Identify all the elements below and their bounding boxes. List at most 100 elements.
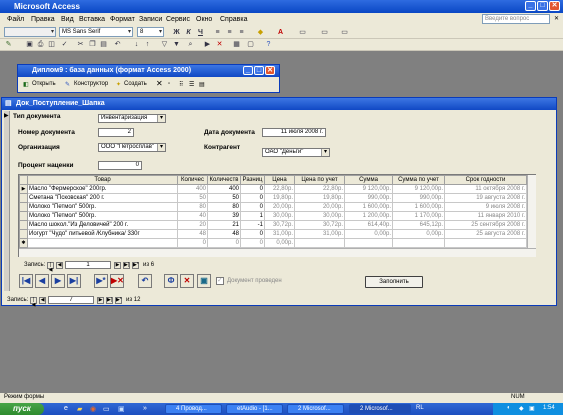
desktop-icon[interactable]: ▭ xyxy=(103,405,110,413)
tray-icon[interactable]: ◐ xyxy=(507,405,511,411)
main-last-record-icon[interactable]: ▶| xyxy=(106,297,113,304)
cell[interactable]: 80 xyxy=(177,202,208,212)
cell[interactable]: 0 xyxy=(240,184,265,194)
row-selector[interactable] xyxy=(19,220,28,230)
cell[interactable]: 25 сентября 2008 г. xyxy=(444,220,527,230)
help-icon[interactable]: ? xyxy=(264,40,273,49)
cell[interactable]: 9 120,00р. xyxy=(344,184,393,194)
cell[interactable]: 19 августа 2008 г. xyxy=(444,193,527,203)
cell[interactable]: 400 xyxy=(177,184,208,194)
cell[interactable]: 30,00р. xyxy=(294,211,345,221)
col-header[interactable]: Цена по учет xyxy=(294,175,345,185)
task-button[interactable]: 4 Провод... xyxy=(165,404,222,414)
sub-last-record-icon[interactable]: ▶| xyxy=(123,262,130,269)
menu-records[interactable]: Записи xyxy=(139,16,162,23)
col-header[interactable]: Сумма по учет xyxy=(392,175,445,185)
cell-product[interactable] xyxy=(27,238,178,248)
view-icon[interactable]: ✎ xyxy=(4,40,13,49)
find-icon[interactable]: ⌕ xyxy=(186,40,195,49)
cell[interactable]: 0,00р. xyxy=(344,229,393,239)
cell-product[interactable]: Йогурт "Чудо" питьевой /Клубника/ 330г xyxy=(27,229,178,239)
tray-icon[interactable]: ◆ xyxy=(519,405,524,412)
cell[interactable]: 9 июля 2008 г. xyxy=(444,202,527,212)
close-icon[interactable]: ✕ xyxy=(549,1,560,11)
create-button[interactable]: Создать xyxy=(124,81,147,87)
paste-icon[interactable]: ▤ xyxy=(99,40,108,49)
cell[interactable]: 0,00р. xyxy=(392,229,445,239)
line-color-icon[interactable]: ▭ xyxy=(298,28,307,37)
cell[interactable]: 0 xyxy=(240,193,265,203)
delete-record-icon[interactable]: ✕ xyxy=(215,40,224,49)
main-prev-record-icon[interactable]: ◀ xyxy=(39,297,46,304)
folder-icon[interactable]: ▰ xyxy=(77,405,82,413)
row-selector[interactable] xyxy=(19,202,28,212)
menu-view[interactable]: Вид xyxy=(61,16,74,23)
save-icon[interactable]: ▣ xyxy=(25,40,34,49)
cell[interactable]: 31,00р. xyxy=(294,229,345,239)
cell[interactable]: 30,72р. xyxy=(294,220,345,230)
undo-record-button[interactable]: ↶ xyxy=(138,274,152,288)
markup-field[interactable]: 0 xyxy=(98,161,142,170)
cell[interactable]: 48 xyxy=(207,229,241,239)
sub-next-record-icon[interactable]: ▶ xyxy=(114,262,121,269)
language-indicator[interactable]: RL xyxy=(416,405,424,411)
font-size-combo[interactable]: 8 xyxy=(137,27,164,37)
spelling-icon[interactable]: ✓ xyxy=(60,40,69,49)
cell[interactable]: 1 600,00р. xyxy=(392,202,445,212)
db-close-icon[interactable]: ✕ xyxy=(265,66,275,75)
sort-desc-icon[interactable]: ↑ xyxy=(143,40,152,49)
cell[interactable]: 22,80р. xyxy=(294,184,345,194)
table-row[interactable]: Молоко "Петмол" 500гр. 80 80 0 20,00р. 2… xyxy=(19,202,527,212)
cell-product[interactable]: Масло "Фермерское" 200гр. xyxy=(27,184,178,194)
cell[interactable]: 990,00р. xyxy=(392,193,445,203)
cut-icon[interactable]: ✂ xyxy=(76,40,85,49)
col-header[interactable]: Срок годности xyxy=(444,175,527,185)
cell[interactable]: 1 170,00р. xyxy=(392,211,445,221)
col-header[interactable]: Товар xyxy=(27,175,178,185)
col-header[interactable]: Количеств xyxy=(207,175,241,185)
cell[interactable]: 1 600,00р. xyxy=(344,202,393,212)
grid-horizontal-scrollbar[interactable] xyxy=(19,248,536,257)
cell[interactable] xyxy=(392,238,445,248)
posted-checkbox[interactable]: ✓ xyxy=(216,277,224,285)
list-view-icon[interactable]: ☰ xyxy=(189,81,194,88)
col-header[interactable]: Цена xyxy=(264,175,295,185)
small-icons-icon[interactable]: ⠿ xyxy=(179,81,183,88)
cell[interactable]: 0 xyxy=(240,229,265,239)
save-document-button[interactable]: ▣ xyxy=(197,274,211,288)
table-row[interactable]: Йогурт "Чудо" питьевой /Клубника/ 330г 4… xyxy=(19,229,527,239)
delete-object-icon[interactable]: ✕ xyxy=(156,79,163,88)
doc-type-select[interactable]: Инвентаризация xyxy=(98,114,166,123)
font-color-icon[interactable]: A xyxy=(276,28,285,37)
line-width-icon[interactable]: ▭ xyxy=(320,28,329,37)
first-record-button[interactable]: |◀ xyxy=(19,274,33,288)
menu-window[interactable]: Окно xyxy=(196,16,212,23)
special-effect-icon[interactable]: ▭ xyxy=(340,28,349,37)
row-selector[interactable] xyxy=(19,229,28,239)
menu-help[interactable]: Справка xyxy=(220,16,247,23)
cell[interactable]: 19,80р. xyxy=(264,193,295,203)
new-record-button[interactable]: ▶* xyxy=(94,274,108,288)
sub-new-record-icon[interactable]: ▶* xyxy=(132,262,139,269)
preview-icon[interactable]: ◫ xyxy=(47,40,56,49)
cell-product[interactable]: Молоко "Петмол" 500гр. xyxy=(27,202,178,212)
cell[interactable]: 0 xyxy=(177,238,208,248)
fill-button[interactable]: Заполнить xyxy=(365,276,423,288)
record-selector[interactable]: ▶ xyxy=(4,111,10,291)
cell[interactable]: 22,80р. xyxy=(264,184,295,194)
cell[interactable]: 400 xyxy=(207,184,241,194)
doc-date-field[interactable]: 11 июля 2008 г. xyxy=(262,128,326,137)
cell[interactable]: 21 xyxy=(207,220,241,230)
organization-select[interactable]: ООО "Петросплав" xyxy=(98,143,166,152)
col-header[interactable]: Сумма xyxy=(344,175,393,185)
delete-record-button[interactable]: ▶✕ xyxy=(110,274,124,288)
large-icons-icon[interactable]: ▫ xyxy=(168,81,170,87)
cell[interactable]: 20,00р. xyxy=(294,202,345,212)
unpost-document-button[interactable]: ✕ xyxy=(180,274,194,288)
grid-vertical-scrollbar[interactable] xyxy=(527,175,536,248)
counterparty-select[interactable]: ОАО "Деньги" xyxy=(262,148,330,157)
cell[interactable]: 20 xyxy=(177,220,208,230)
bold-icon[interactable]: Ж xyxy=(172,28,181,37)
task-button-active[interactable]: 2 Microsof... xyxy=(349,404,411,414)
cell[interactable]: 9 120,00р. xyxy=(392,184,445,194)
